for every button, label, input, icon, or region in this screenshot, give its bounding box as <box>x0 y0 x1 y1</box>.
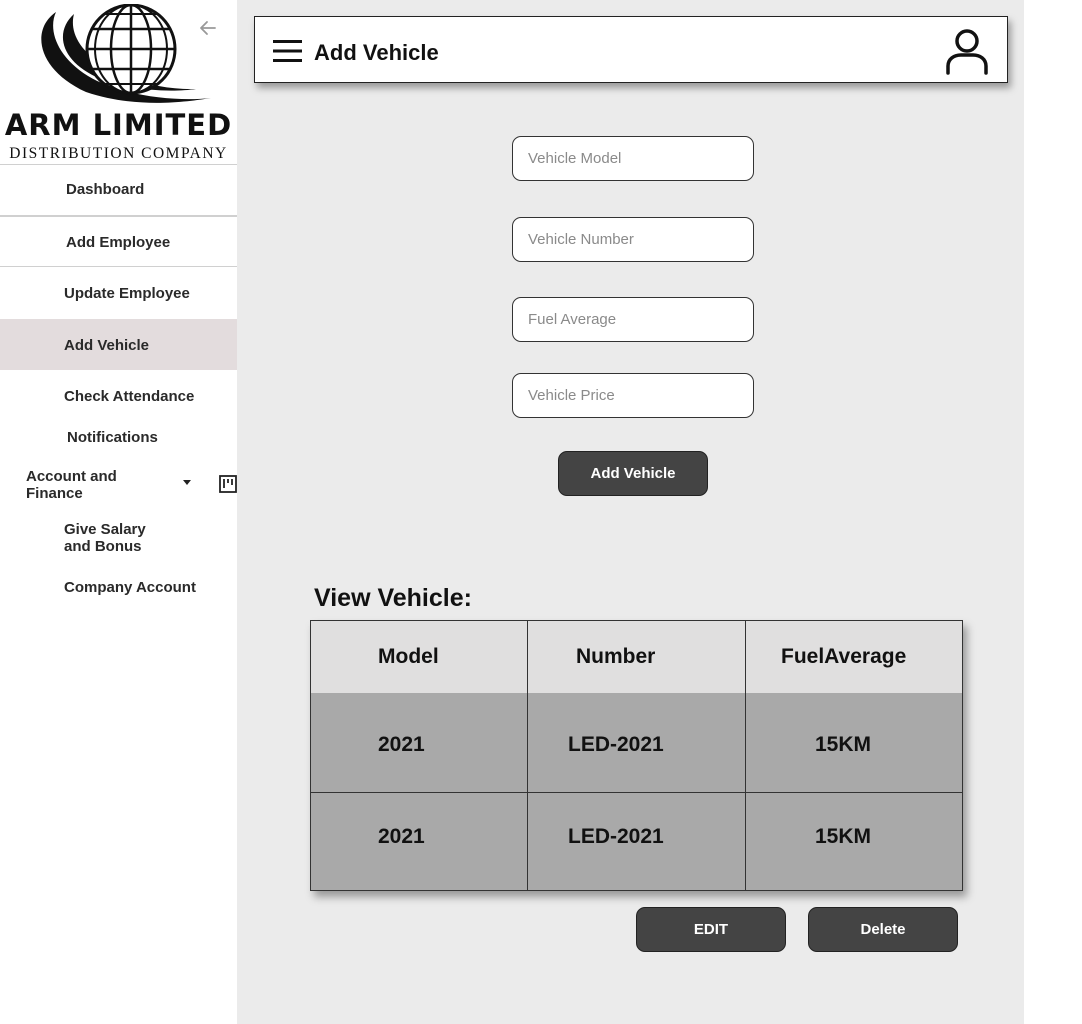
sidebar-item-label: Update Employee <box>64 285 190 302</box>
sidebar: ARM LIMITED DISTRIBUTION COMPANY Dashboa… <box>0 0 237 1024</box>
column-header-model: Model <box>378 645 439 668</box>
table-cell-number: LED-2021 <box>568 733 664 756</box>
sidebar-item-company-account[interactable]: Company Account <box>0 570 237 606</box>
vehicle-number-input[interactable] <box>512 217 754 262</box>
column-header-fuel-average: FuelAverage <box>781 645 907 668</box>
edit-button[interactable]: EDIT <box>636 907 786 952</box>
table-cell-fuel-average: 15KM <box>815 825 872 848</box>
sidebar-item-dashboard[interactable]: Dashboard <box>0 165 237 215</box>
sidebar-item-label: Notifications <box>67 429 158 446</box>
vehicle-model-input[interactable] <box>512 136 754 181</box>
delete-button[interactable]: Delete <box>808 907 958 952</box>
sidebar-item-notifications[interactable]: Notifications <box>0 419 237 455</box>
table-cell-fuel-average: 15KM <box>815 733 872 756</box>
table-header-row: Model Number FuelAverage <box>311 621 962 693</box>
column-header-number: Number <box>576 645 656 668</box>
sidebar-item-label: Company Account <box>64 579 196 596</box>
sidebar-item-add-employee[interactable]: Add Employee <box>0 217 237 266</box>
kanban-board-icon[interactable] <box>219 475 237 493</box>
logo-subtitle: DISTRIBUTION COMPANY <box>9 145 228 162</box>
logo-title: ARM LIMITED <box>4 108 233 142</box>
globe-logo-icon <box>41 4 211 103</box>
sidebar-item-update-employee[interactable]: Update Employee <box>0 267 237 319</box>
sidebar-item-label: Add Vehicle <box>64 337 150 354</box>
table-cell-model: 2021 <box>378 733 425 756</box>
table-cell-number: LED-2021 <box>568 825 664 848</box>
sidebar-item-label: Check Attendance <box>64 388 195 405</box>
page-title: Add Vehicle <box>314 40 439 65</box>
hamburger-menu-icon[interactable] <box>273 38 302 64</box>
table-cell-model: 2021 <box>378 825 425 848</box>
sidebar-item-label: Account and Finance <box>26 468 117 502</box>
sidebar-item-label: Give Salary and Bonus <box>64 521 146 555</box>
user-profile-icon[interactable] <box>945 29 989 75</box>
fuel-average-input[interactable] <box>512 297 754 342</box>
caret-down-icon[interactable] <box>183 480 191 485</box>
vehicle-price-input[interactable] <box>512 373 754 418</box>
view-vehicle-heading: View Vehicle: <box>314 584 472 612</box>
row-divider <box>311 792 962 793</box>
sidebar-item-give-salary[interactable]: Give Salary and Bonus <box>0 519 237 557</box>
sidebar-item-account-finance[interactable]: Account and Finance <box>0 466 237 504</box>
sidebar-item-label: Dashboard <box>66 181 145 198</box>
sidebar-item-check-attendance[interactable]: Check Attendance <box>0 378 237 414</box>
add-vehicle-button[interactable]: Add Vehicle <box>558 451 708 496</box>
top-header: Add Vehicle <box>254 16 1008 83</box>
arrow-left-icon[interactable] <box>198 18 218 38</box>
column-divider <box>745 621 746 890</box>
sidebar-item-label: Add Employee <box>66 234 171 251</box>
sidebar-item-add-vehicle[interactable]: Add Vehicle <box>0 319 237 370</box>
vehicle-table: Model Number FuelAverage 2021 LED-2021 1… <box>310 620 963 891</box>
column-divider <box>527 621 528 890</box>
